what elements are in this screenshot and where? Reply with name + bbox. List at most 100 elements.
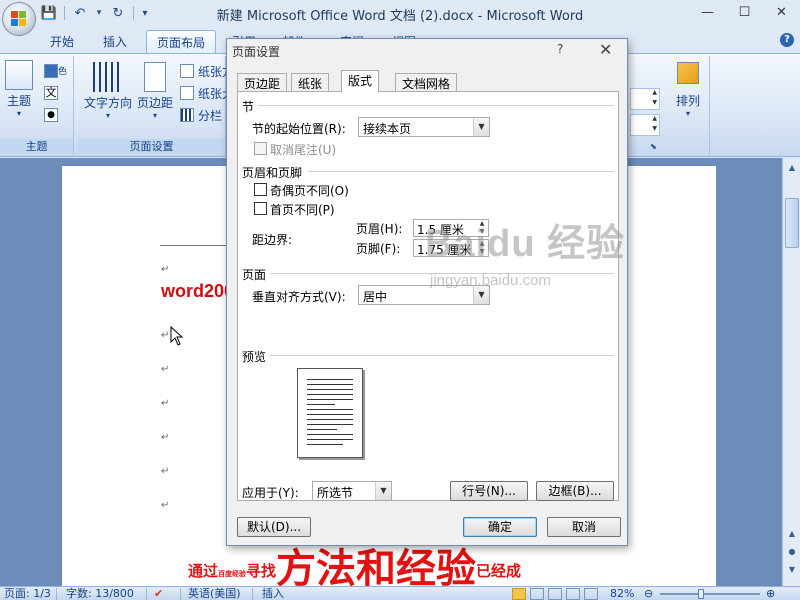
chevron-down-icon[interactable]: ▼ (473, 118, 489, 136)
arrange-icon (677, 62, 699, 84)
header-footer-divider (308, 171, 614, 172)
paragraph-mark: ↵ (161, 364, 170, 375)
section-start-select[interactable]: 接续本页 ▼ (358, 117, 490, 137)
status-separator (180, 588, 181, 600)
watermark-text-e: 已经成 (476, 562, 522, 580)
chevron-down-icon[interactable]: ▼ (375, 482, 391, 500)
tab-margins[interactable]: 页边距 (237, 73, 288, 91)
spacing-after-spinner[interactable]: ▲ ▼ (630, 114, 660, 136)
scrollbar-thumb[interactable] (785, 198, 799, 248)
zoom-slider-thumb[interactable] (698, 589, 704, 599)
section-heading: 节 (242, 100, 255, 114)
theme-fonts-icon[interactable]: 文 (44, 86, 58, 100)
arrange-dropdown-icon: ▾ (685, 109, 690, 118)
zoom-in-icon[interactable]: ⊕ (766, 587, 775, 600)
tab-page-layout[interactable]: 页面布局 (146, 30, 217, 53)
dialog-help-button[interactable]: ? (557, 42, 563, 56)
header-distance-label: 页眉(H): (356, 222, 403, 236)
status-insert-mode[interactable]: 插入 (262, 587, 284, 600)
dialog-close-button[interactable]: ✕ (599, 40, 612, 59)
scroll-up-icon[interactable]: ▲ (783, 160, 800, 176)
size-icon (180, 86, 194, 100)
set-default-button[interactable]: 默认(D)... (237, 517, 311, 537)
watermark-text-b: 百度经验 (218, 569, 247, 578)
ok-button[interactable]: 确定 (463, 517, 537, 537)
text-direction-label: 文字方向 (83, 96, 132, 110)
paragraph-mark: ↵ (161, 432, 170, 443)
minimize-button[interactable]: — (689, 0, 726, 24)
outline-view-icon[interactable] (566, 588, 580, 600)
theme-effects-icon[interactable]: ● (44, 108, 58, 122)
office-button[interactable] (2, 2, 36, 36)
tab-document-grid[interactable]: 文档网格 (395, 73, 458, 91)
spinner-down-icon[interactable]: ▼ (652, 99, 657, 106)
dialog-launcher-icon[interactable]: ⬊ (650, 142, 657, 151)
full-screen-view-icon[interactable] (530, 588, 544, 600)
scroll-down-icon[interactable]: ▼ (783, 562, 800, 578)
tab-home[interactable]: 开始 (40, 30, 84, 53)
theme-group: 主题 ▾ 色 文 ● 主题 (0, 56, 74, 156)
close-button[interactable]: ✕ (763, 0, 800, 24)
zoom-level[interactable]: 82% (610, 587, 634, 600)
zoom-slider-track[interactable] (660, 593, 760, 595)
margins-button[interactable]: 页边距 ▾ (134, 62, 176, 120)
margins-dropdown-icon: ▾ (152, 111, 157, 120)
tab-layout[interactable]: 版式 (341, 70, 380, 92)
preview-heading: 预览 (242, 350, 267, 364)
spacing-before-spinner[interactable]: ▲ ▼ (630, 88, 660, 110)
vertical-alignment-value: 居中 (363, 290, 388, 304)
text-direction-button[interactable]: 文字方向 ▾ (82, 62, 134, 120)
baidu-watermark: Baidu 经验 (425, 223, 626, 265)
paragraph-mark: ↵ (161, 466, 170, 477)
title-bar: 💾 ↶ ▾ ↻ ▾ 新建 Microsoft Office Word 文档 (2… (0, 0, 800, 26)
page-setup-group-label: 页面设置 (78, 139, 225, 154)
right-spinners-group: ▲ ▼ ▲ ▼ ⬊ (628, 56, 662, 156)
arrange-button[interactable]: 排列 ▾ (670, 62, 706, 118)
status-language[interactable]: 英语(美国) (188, 587, 241, 600)
arrange-label: 排列 (675, 94, 700, 108)
theme-colors-icon[interactable] (44, 64, 58, 78)
paragraph-mark: ↵ (161, 500, 170, 511)
columns-icon (180, 108, 194, 122)
watermark-text-d: 方法和经验 (276, 545, 477, 592)
footer-distance-label: 页脚(F): (356, 242, 401, 256)
help-icon[interactable]: ? (780, 33, 794, 47)
scroll-up-icon-2[interactable]: ▲ (783, 526, 800, 542)
columns-button[interactable]: 分栏 (198, 107, 222, 124)
page-setup-dialog: 页面设置 ? ✕ 页边距 纸张 版式 文档网格 节 节的起始位置(R): 接续本… (226, 38, 628, 546)
theme-colors-dropdown[interactable]: 色 (58, 64, 67, 77)
odd-even-checkbox[interactable] (254, 183, 267, 196)
suppress-endnotes-label: 取消尾注(U) (270, 143, 337, 157)
proofing-icon[interactable]: ✔ (154, 587, 163, 600)
layout-panel: 节 节的起始位置(R): 接续本页 ▼ 取消尾注(U) 页眉和页脚 奇偶页不同(… (237, 91, 619, 501)
status-page[interactable]: 页面: 1/3 (4, 587, 51, 600)
first-page-checkbox[interactable] (254, 202, 267, 215)
dialog-title: 页面设置 (232, 45, 281, 59)
document-heading: word200 (161, 281, 235, 301)
status-separator (146, 588, 147, 600)
zoom-out-icon[interactable]: ⊖ (644, 587, 653, 600)
text-direction-dropdown-icon: ▾ (105, 111, 110, 120)
draft-view-icon[interactable] (584, 588, 598, 600)
select-browse-object-icon[interactable]: ● (783, 544, 800, 560)
vertical-scrollbar[interactable]: ▲ ▲ ● ▼ (782, 158, 800, 586)
theme-button[interactable]: 主题 ▾ (2, 60, 36, 118)
web-layout-view-icon[interactable] (548, 588, 562, 600)
page-preview (297, 368, 363, 458)
apply-to-select[interactable]: 所选节 ▼ (312, 481, 392, 501)
paragraph-mark: ↵ (161, 264, 170, 275)
print-layout-view-icon[interactable] (512, 588, 526, 600)
spinner-up-icon[interactable]: ▲ (652, 89, 657, 96)
suppress-endnotes-checkbox[interactable] (254, 142, 267, 155)
line-numbers-button[interactable]: 行号(N)... (450, 481, 528, 501)
tab-paper[interactable]: 纸张 (291, 73, 330, 91)
cancel-button[interactable]: 取消 (547, 517, 621, 537)
spinner-up-icon-2[interactable]: ▲ (652, 115, 657, 122)
page-heading: 页面 (242, 268, 267, 282)
status-words[interactable]: 字数: 13/800 (66, 587, 134, 600)
spinner-down-icon-2[interactable]: ▼ (652, 125, 657, 132)
maximize-button[interactable]: ☐ (726, 0, 763, 24)
tab-insert[interactable]: 插入 (93, 30, 137, 53)
borders-button[interactable]: 边框(B)... (536, 481, 614, 501)
first-page-label: 首页不同(P) (270, 203, 335, 217)
